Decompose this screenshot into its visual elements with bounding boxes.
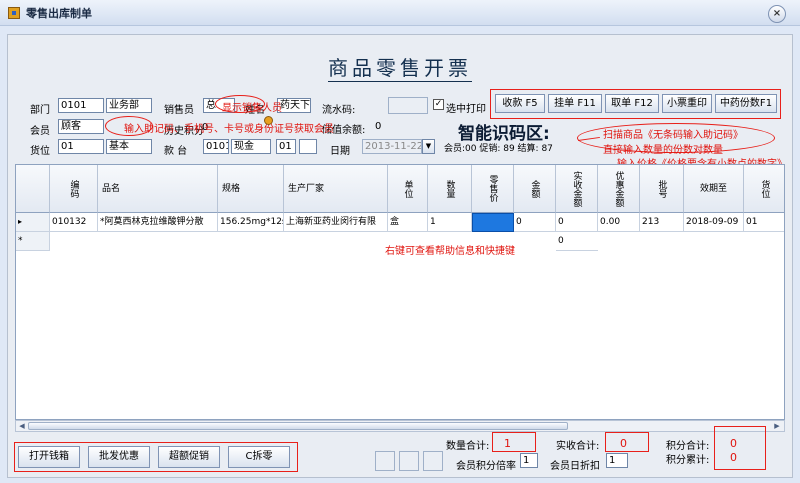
counter-name-field[interactable]: 现金 (231, 139, 271, 154)
paid-total-highlight (605, 432, 649, 452)
paid-total-label: 实收合计: (556, 441, 600, 452)
scroll-left-icon[interactable]: ◀ (17, 421, 27, 431)
scroll-right-icon[interactable]: ▶ (772, 421, 782, 431)
col-paid-amount[interactable]: 实收金额 (556, 165, 598, 213)
cell-location[interactable]: 01 (744, 213, 784, 232)
counter-extra-field[interactable]: 01 (276, 139, 296, 154)
smart-scan-stats: 会员:00 促销: 89 结算: 87 (444, 144, 553, 154)
points-total-label: 积分合计: (666, 441, 710, 452)
cell-unit[interactable]: 盒 (388, 213, 428, 232)
new-row-amount: 0 (556, 232, 598, 251)
footer-blank-box-1[interactable] (375, 451, 395, 471)
product-table[interactable]: 编码 品名 规格 生产厂家 单位 数量 零售价 金额 实收金额 优惠金额 批号 … (15, 164, 785, 420)
footer-buttons-highlight (14, 442, 298, 472)
cell-manufacturer[interactable]: 上海新亚药业闵行有限 (284, 213, 388, 232)
toolbar-highlight (490, 89, 781, 119)
dept-label: 部门 (30, 105, 50, 116)
col-retail-price[interactable]: 零售价 (472, 165, 514, 213)
location-code-field[interactable]: 01 (58, 139, 104, 154)
col-amount[interactable]: 金额 (514, 165, 556, 213)
counter-code-field[interactable]: 0101 (203, 139, 229, 154)
counter-label: 款 台 (164, 146, 188, 157)
member-rate-label: 会员积分倍率 (456, 461, 516, 472)
cell-amount[interactable]: 0 (514, 213, 556, 232)
col-batch[interactable]: 批号 (640, 165, 684, 213)
date-dropdown-icon[interactable]: ▼ (422, 139, 435, 154)
cell-name[interactable]: *阿莫西林克拉维酸钾分散 (98, 213, 218, 232)
serial-field[interactable] (388, 97, 428, 114)
cell-paid-amount[interactable]: 0 (556, 213, 598, 232)
col-discount[interactable]: 优惠金额 (598, 165, 640, 213)
rightclick-annotation: 右键可查看帮助信息和快捷键 (385, 246, 515, 257)
footer-blank-box-3[interactable] (423, 451, 443, 471)
location-name-field[interactable]: 基本 (106, 139, 152, 154)
col-qty[interactable]: 数量 (428, 165, 472, 213)
horizontal-scrollbar[interactable]: ◀ ▶ (15, 420, 785, 432)
print-check-label: 选中打印 (446, 104, 486, 115)
cell-discount[interactable]: 0.00 (598, 213, 640, 232)
member-label: 会员 (30, 126, 50, 137)
member-annotation: 输入助记码、手机号、卡号或身份证号获取会员 (124, 124, 334, 135)
close-button[interactable]: × (768, 5, 786, 23)
table-corner (16, 165, 50, 213)
date-label: 日期 (330, 146, 350, 157)
member-discount-field[interactable]: 1 (606, 453, 628, 468)
scrollbar-thumb[interactable] (28, 422, 568, 430)
page-title: 商品零售开票 (328, 56, 472, 82)
cell-spec[interactable]: 156.25mg*12s (218, 213, 284, 232)
scan-annotation-2: 直接输入数量的份数对数量 (603, 145, 723, 156)
cell-expiry[interactable]: 2018-09-09 (684, 213, 744, 232)
col-expiry[interactable]: 效期至 (684, 165, 744, 213)
counter-extra-field-2[interactable] (299, 139, 317, 154)
cell-batch[interactable]: 213 (640, 213, 684, 232)
footer-blank-box-2[interactable] (399, 451, 419, 471)
salesman-label: 销售员 (164, 105, 194, 116)
scan-annotation-1: 扫描商品《无条码输入助记码》 (603, 130, 743, 141)
print-checkbox[interactable]: ✓ (433, 99, 444, 110)
col-code[interactable]: 编码 (50, 165, 98, 213)
dept-code-field[interactable]: 0101 (58, 98, 104, 113)
name-field[interactable]: 药天下 (277, 98, 311, 113)
member-field[interactable]: 顾客 (58, 119, 104, 134)
new-row-indicator: * (16, 232, 50, 251)
col-name[interactable]: 品名 (98, 165, 218, 213)
window-title: 零售出库制单 (26, 7, 92, 20)
location-label: 货位 (30, 146, 50, 157)
qty-total-highlight (492, 432, 536, 452)
qty-total-label: 数量合计: (446, 441, 490, 452)
col-location[interactable]: 货位 (744, 165, 784, 213)
app-icon (8, 7, 20, 19)
member-rate-field[interactable]: 1 (520, 453, 538, 468)
col-spec[interactable]: 规格 (218, 165, 284, 213)
date-field[interactable]: 2013-11-22 (362, 139, 422, 154)
col-manufacturer[interactable]: 生产厂家 (284, 165, 388, 213)
serial-label: 流水码: (322, 105, 356, 116)
stored-value-value: 0 (375, 121, 382, 132)
points-accum-label: 积分累计: (666, 455, 710, 466)
member-discount-label: 会员日折扣 (550, 461, 600, 472)
col-unit[interactable]: 单位 (388, 165, 428, 213)
member-lookup-icon[interactable] (264, 116, 273, 125)
dept-name-field[interactable]: 业务部 (106, 98, 152, 113)
cell-qty[interactable]: 1 (428, 213, 472, 232)
cell-code[interactable]: 010132 (50, 213, 98, 232)
salesman-annotation: 显示销售人员 (222, 103, 282, 114)
points-highlight (714, 426, 766, 470)
row-indicator: ▸ (16, 213, 50, 232)
cell-retail-price[interactable] (472, 213, 514, 232)
title-bar (0, 0, 800, 26)
